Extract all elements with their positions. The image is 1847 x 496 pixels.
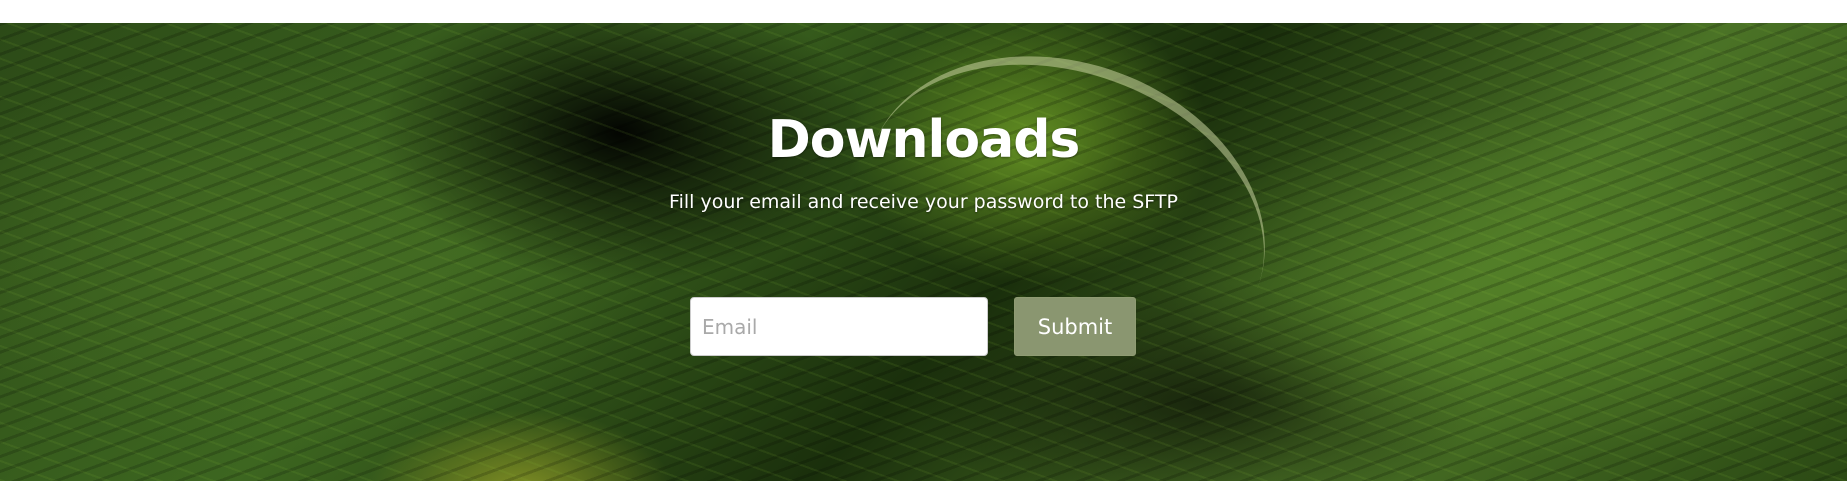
- page-subtitle: Fill your email and receive your passwor…: [669, 191, 1178, 214]
- hero-banner: Downloads Fill your email and receive yo…: [0, 23, 1847, 481]
- email-field[interactable]: [690, 297, 988, 356]
- page-title: Downloads: [767, 110, 1081, 170]
- submit-button[interactable]: Submit: [1014, 297, 1136, 356]
- hero-content: Downloads Fill your email and receive yo…: [0, 23, 1847, 213]
- email-form: Submit: [690, 297, 1136, 356]
